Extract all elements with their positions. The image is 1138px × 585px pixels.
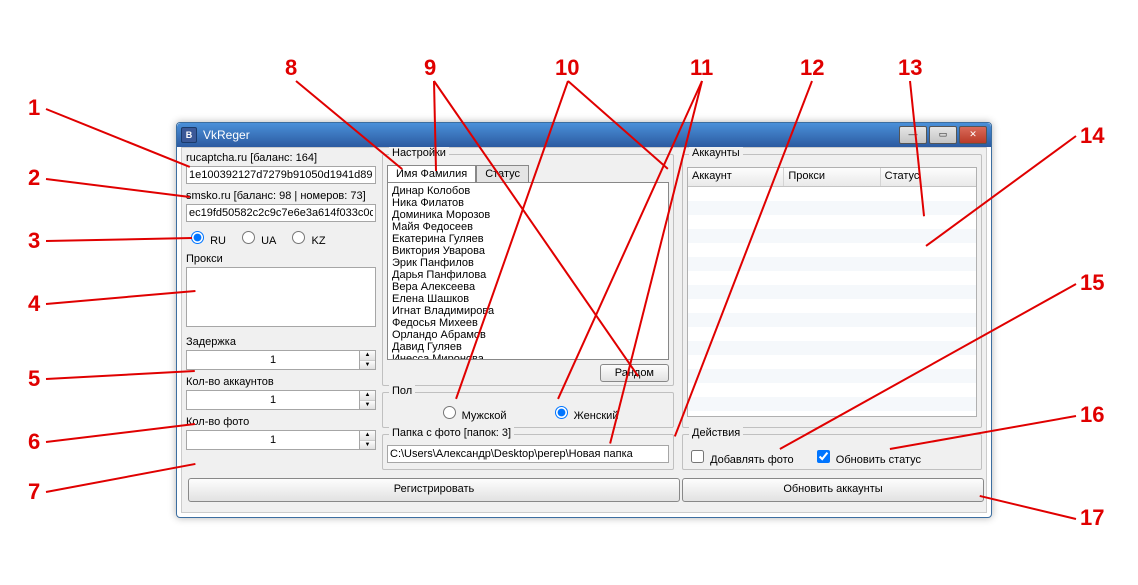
accounts-body — [688, 187, 976, 415]
annotation-6: 6 — [28, 429, 40, 455]
tab-names[interactable]: Имя Фамилия — [387, 165, 476, 182]
gender-group: Пол Мужской Женский — [382, 392, 674, 428]
annotation-16: 16 — [1080, 402, 1104, 428]
settings-group: Настройки Имя Фамилия Статус Динар Колоб… — [382, 154, 674, 386]
proxy-label: Прокси — [186, 253, 376, 265]
annotation-7: 7 — [28, 479, 40, 505]
gender-male[interactable]: Мужской — [438, 410, 507, 422]
annotation-15: 15 — [1080, 270, 1104, 296]
acc-count-value[interactable] — [187, 391, 359, 409]
col-account[interactable]: Аккаунт — [688, 168, 784, 186]
annotation-8: 8 — [285, 55, 297, 81]
col-proxy[interactable]: Прокси — [784, 168, 880, 186]
update-status-checkbox[interactable]: Обновить статус — [813, 454, 921, 466]
annotation-2: 2 — [28, 165, 40, 191]
list-item[interactable]: Игнат Владимирова — [392, 305, 664, 317]
photo-folder-group: Папка с фото [папок: 3] — [382, 434, 674, 470]
annotation-10: 10 — [555, 55, 579, 81]
maximize-button[interactable]: ▭ — [929, 126, 957, 144]
country-kz[interactable]: KZ — [287, 235, 325, 247]
rucaptcha-label: rucaptcha.ru [баланс: 164] — [186, 152, 376, 164]
annotation-12: 12 — [800, 55, 824, 81]
delay-value[interactable] — [187, 351, 359, 369]
spin-down-icon[interactable]: ▼ — [360, 361, 375, 370]
photo-count-label: Кол-во фото — [186, 416, 376, 428]
list-item[interactable]: Вера Алексеева — [392, 281, 664, 293]
left-panel: rucaptcha.ru [баланс: 164] smsko.ru [бал… — [186, 152, 376, 450]
list-item[interactable]: Елена Шашков — [392, 293, 664, 305]
proxy-input[interactable] — [186, 267, 376, 327]
acc-count-label: Кол-во аккаунтов — [186, 376, 376, 388]
spin-up-icon[interactable]: ▲ — [360, 351, 375, 361]
country-radio-group: RU UA KZ — [186, 228, 376, 247]
delay-label: Задержка — [186, 336, 376, 348]
spin-up-icon[interactable]: ▲ — [360, 391, 375, 401]
acc-count-stepper[interactable]: ▲▼ — [186, 390, 376, 410]
col-status[interactable]: Статус — [881, 168, 976, 186]
spin-up-icon[interactable]: ▲ — [360, 431, 375, 441]
list-item[interactable]: Майя Федосеев — [392, 221, 664, 233]
accounts-header: Аккаунт Прокси Статус — [688, 168, 976, 187]
gender-title: Пол — [389, 385, 415, 397]
spin-down-icon[interactable]: ▼ — [360, 401, 375, 410]
annotation-9: 9 — [424, 55, 436, 81]
tab-status[interactable]: Статус — [476, 165, 529, 182]
accounts-table[interactable]: Аккаунт Прокси Статус — [687, 167, 977, 417]
annotation-13: 13 — [898, 55, 922, 81]
rucaptcha-input[interactable] — [186, 166, 376, 184]
smsko-input[interactable] — [186, 204, 376, 222]
list-item[interactable]: Доминика Морозов — [392, 209, 664, 221]
annotation-11: 11 — [690, 55, 713, 81]
list-item[interactable]: Виктория Уварова — [392, 245, 664, 257]
country-ru[interactable]: RU — [186, 235, 226, 247]
random-button[interactable]: Рандом — [600, 364, 669, 382]
list-item[interactable]: Дарья Панфилова — [392, 269, 664, 281]
annotation-3: 3 — [28, 228, 40, 254]
accounts-group: Аккаунты Аккаунт Прокси Статус — [682, 154, 982, 428]
list-item[interactable]: Ника Филатов — [392, 197, 664, 209]
list-item[interactable]: Динар Колобов — [392, 185, 664, 197]
add-photo-checkbox[interactable]: Добавлять фото — [687, 454, 794, 466]
list-item[interactable]: Эрик Панфилов — [392, 257, 664, 269]
minimize-button[interactable]: — — [899, 126, 927, 144]
country-ua[interactable]: UA — [237, 235, 276, 247]
list-item[interactable]: Давид Гуляев — [392, 341, 664, 353]
photo-folder-title: Папка с фото [папок: 3] — [389, 427, 514, 439]
window-title: VkReger — [203, 128, 899, 142]
smsko-label: smsko.ru [баланс: 98 | номеров: 73] — [186, 190, 376, 202]
photo-count-stepper[interactable]: ▲▼ — [186, 430, 376, 450]
actions-group: Действия Добавлять фото Обновить статус — [682, 434, 982, 470]
annotation-17: 17 — [1080, 505, 1104, 531]
app-window: B VkReger — ▭ ✕ rucaptcha.ru [баланс: 16… — [176, 122, 992, 518]
annotation-4: 4 — [28, 291, 40, 317]
photo-count-value[interactable] — [187, 431, 359, 449]
titlebar[interactable]: B VkReger — ▭ ✕ — [177, 123, 991, 147]
list-item[interactable]: Инесса Миронова — [392, 353, 664, 360]
annotation-14: 14 — [1080, 123, 1104, 149]
refresh-accounts-button[interactable]: Обновить аккаунты — [682, 478, 984, 502]
list-item[interactable]: Орландо Абрамов — [392, 329, 664, 341]
list-item[interactable]: Екатерина Гуляев — [392, 233, 664, 245]
client-area: rucaptcha.ru [баланс: 164] smsko.ru [бал… — [181, 147, 987, 513]
close-button[interactable]: ✕ — [959, 126, 987, 144]
app-icon: B — [181, 127, 197, 143]
accounts-title: Аккаунты — [689, 147, 743, 159]
annotation-5: 5 — [28, 366, 40, 392]
spin-down-icon[interactable]: ▼ — [360, 441, 375, 450]
gender-female[interactable]: Женский — [550, 410, 619, 422]
delay-stepper[interactable]: ▲▼ — [186, 350, 376, 370]
actions-title: Действия — [689, 427, 743, 439]
register-button[interactable]: Регистрировать — [188, 478, 680, 502]
names-list[interactable]: Динар КолобовНика ФилатовДоминика Морозо… — [387, 182, 669, 360]
annotation-1: 1 — [28, 95, 40, 121]
settings-title: Настройки — [389, 147, 449, 159]
photo-folder-input[interactable] — [387, 445, 669, 463]
list-item[interactable]: Федосья Михеев — [392, 317, 664, 329]
